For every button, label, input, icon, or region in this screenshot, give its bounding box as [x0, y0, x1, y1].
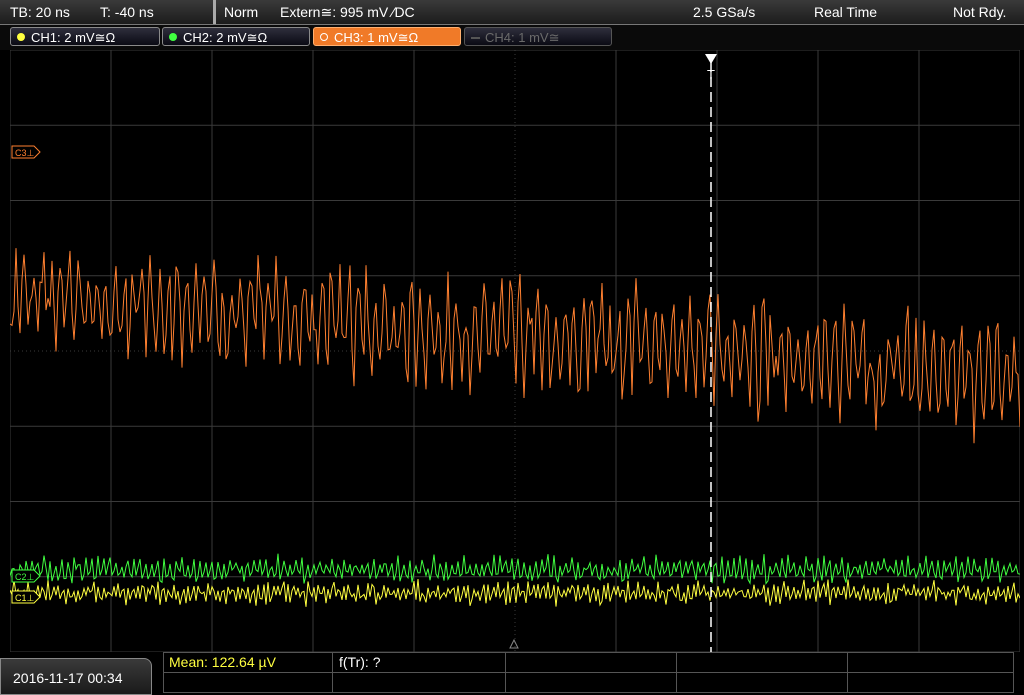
- channel-1-dot-icon: [17, 33, 25, 41]
- measurement-panel[interactable]: Mean: 122.64 µV f(Tr): ?: [163, 652, 1024, 695]
- center-marker-icon: [509, 638, 519, 649]
- channel-1-button[interactable]: CH1: 2 mV≅Ω: [10, 27, 160, 46]
- channel-2-dot-icon: [169, 33, 177, 41]
- ch2-marker-label: C2⊥: [15, 572, 35, 582]
- channel-4-button[interactable]: CH4: 1 mV≅: [464, 27, 612, 46]
- channel-3-label: CH3: 1 mV≅Ω: [334, 30, 419, 45]
- ch1-offset-marker[interactable]: C1⊥: [11, 590, 41, 604]
- trigger-arrow-icon[interactable]: [705, 54, 717, 64]
- ch2-offset-marker[interactable]: C2⊥: [11, 569, 41, 583]
- measurement-grid: [163, 652, 1014, 693]
- frequency-measurement: f(Tr): ?: [339, 654, 381, 670]
- channel-bar: CH1: 2 mV≅Ω CH2: 2 mV≅Ω CH3: 1 mV≅Ω CH4:…: [0, 25, 1024, 50]
- sample-rate[interactable]: 2.5 GSa/s: [693, 0, 755, 24]
- channel-2-label: CH2: 2 mV≅Ω: [183, 30, 268, 45]
- mean-measurement: Mean: 122.64 µV: [169, 654, 276, 670]
- trigger-mode[interactable]: Norm: [224, 0, 258, 24]
- trigger-marker-label: T: [707, 67, 715, 82]
- datetime-label: 2016-11-17 00:34: [13, 670, 123, 686]
- waveform-display[interactable]: T C3⊥ C2⊥ C1⊥: [10, 50, 1020, 652]
- acquisition-mode[interactable]: Real Time: [814, 0, 877, 24]
- trigger-time-readout[interactable]: T: -40 ns: [100, 0, 154, 24]
- channel-1-label: CH1: 2 mV≅Ω: [31, 30, 116, 45]
- ch3-marker-label: C3⊥: [15, 148, 35, 158]
- top-status-bar: TB: 20 ns T: -40 ns Norm Extern≅: 995 mV…: [0, 0, 1024, 25]
- timebase-readout[interactable]: TB: 20 ns: [10, 0, 70, 24]
- ch3-offset-marker[interactable]: C3⊥: [11, 145, 41, 159]
- channel-3-button[interactable]: CH3: 1 mV≅Ω: [313, 27, 461, 46]
- separator: [213, 0, 216, 24]
- datetime-box[interactable]: 2016-11-17 00:34: [0, 658, 152, 695]
- run-status: Not Rdy.: [953, 4, 1007, 20]
- channel-3-dot-icon: [320, 33, 328, 41]
- ch1-marker-label: C1⊥: [15, 593, 35, 603]
- ch3-trace: [10, 248, 1020, 444]
- channel-2-button[interactable]: CH2: 2 mV≅Ω: [162, 27, 310, 46]
- channel-4-dash-icon: [471, 37, 480, 39]
- bottom-bar: 2016-11-17 00:34 Mean: 122.64 µV f(Tr): …: [0, 652, 1024, 695]
- channel-4-label: CH4: 1 mV≅: [485, 30, 560, 45]
- trigger-source[interactable]: Extern≅: 995 mV ∕DC: [280, 0, 415, 24]
